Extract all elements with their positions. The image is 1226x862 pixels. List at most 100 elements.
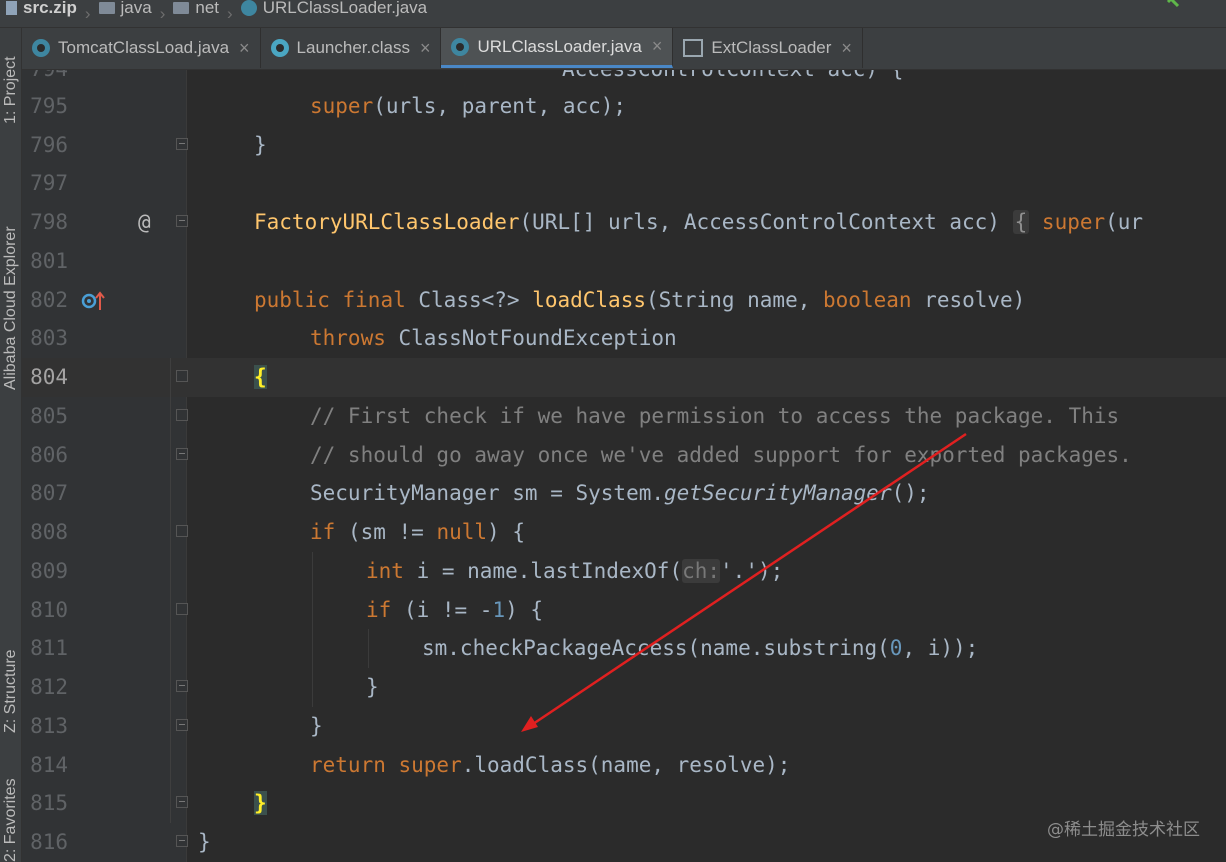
fold-marker[interactable] [176,448,188,460]
line-number: 798 [30,210,68,234]
code-line[interactable]: 813 } [22,707,1226,746]
folder-icon [173,1,190,14]
breadcrumb-item-java[interactable]: java [98,0,152,18]
fold-marker[interactable] [176,215,188,227]
code-text: { [254,365,267,389]
fold-marker[interactable] [176,370,188,382]
java-class-icon [32,39,50,57]
code-text: public final Class<?> loadClass(String n… [254,288,1026,312]
code-line[interactable]: 798 @ FactoryURLClassLoader(URL[] urls, … [22,203,1226,242]
tool-tab-favorites[interactable]: 2: Favorites [0,768,21,862]
override-marker-icon[interactable]: @ [138,203,151,242]
line-number: 811 [30,636,68,660]
code-text: } [254,791,267,815]
indent-guide [170,358,171,823]
line-number: 810 [30,598,68,622]
code-line-current[interactable]: 804 { [22,358,1226,397]
line-number: 801 [30,249,68,273]
editor-tabs: TomcatClassLoad.java × Launcher.class × … [22,28,1226,70]
line-number: 815 [30,791,68,815]
build-hammer-icon[interactable] [1166,0,1188,10]
line-number: 807 [30,481,68,505]
tab-tomcatclassload[interactable]: TomcatClassLoad.java × [22,28,261,68]
java-class-icon [240,0,257,16]
code-line[interactable]: 805 // First check if we have permission… [22,397,1226,436]
tool-tab-alibaba-cloud[interactable]: Alibaba Cloud Explorer [0,178,21,393]
fold-marker[interactable] [176,409,188,421]
close-icon[interactable]: × [652,36,663,57]
indent-guide [368,629,369,668]
line-number: 797 [30,171,68,195]
breadcrumb: src.zip › java › net › URLClassLoader.ja… [0,0,1226,28]
code-text: return super.loadClass(name, resolve); [310,753,791,777]
fold-marker[interactable] [176,719,188,731]
line-number: 806 [30,443,68,467]
code-text: super(urls, parent, acc); [310,94,627,118]
close-icon[interactable]: × [420,38,431,59]
breadcrumb-item-net[interactable]: net [173,0,219,18]
code-line[interactable]: 797 [22,164,1226,203]
code-text: if (i != -1) { [366,598,544,622]
code-line[interactable]: 803 throws ClassNotFoundException [22,319,1226,358]
code-text: } [254,133,267,157]
code-line[interactable]: 811 sm.checkPackageAccess(name.substring… [22,629,1226,668]
archive-icon [6,0,17,15]
line-number: 805 [30,404,68,428]
code-text: } [366,675,379,699]
code-line[interactable]: 795 super(urls, parent, acc); [22,87,1226,126]
close-icon[interactable]: × [239,38,250,59]
breadcrumb-item-src-zip[interactable]: src.zip [0,0,77,18]
code-line[interactable]: 810 if (i != -1) { [22,591,1226,630]
breadcrumb-separator: › [227,3,233,23]
code-text: FactoryURLClassLoader(URL[] urls, Access… [254,210,1144,234]
line-number: 812 [30,675,68,699]
compiled-class-icon [270,39,289,57]
line-number: 809 [30,559,68,583]
watermark: @稀土掘金技术社区 [1047,820,1200,840]
java-class-icon [451,37,470,56]
code-line[interactable]: 815 } [22,784,1226,823]
tab-launcher-class[interactable]: Launcher.class × [261,28,442,68]
line-number: 813 [30,714,68,738]
indent-guide [312,552,313,707]
code-text: SecurityManager sm = System.getSecurityM… [310,481,930,505]
code-line[interactable]: 814 return super.loadClass(name, resolve… [22,746,1226,785]
code-line[interactable]: 802 public final Class<?> loadClass(Stri… [22,281,1226,320]
folder-icon [98,1,115,14]
code-text: // First check if we have permission to … [310,404,1120,428]
code-line[interactable]: 816 } [22,823,1226,862]
code-line[interactable]: 801 [22,242,1226,281]
code-line[interactable]: 796 } [22,126,1226,165]
line-number: 795 [30,94,68,118]
fold-marker[interactable] [176,835,188,847]
tab-extclassloader[interactable]: ExtClassLoader × [673,28,863,68]
code-editor[interactable]: 794 AccessControlContext acc) { 795 supe… [22,70,1226,862]
code-line[interactable]: 807 SecurityManager sm = System.getSecur… [22,474,1226,513]
close-icon[interactable]: × [841,38,852,59]
fold-marker[interactable] [176,796,188,808]
code-text: int i = name.lastIndexOf(ch:'.'); [366,559,784,583]
breadcrumb-item-file[interactable]: URLClassLoader.java [240,0,427,18]
tool-tab-project[interactable]: 1: Project [0,28,21,138]
tool-tab-structure[interactable]: Z: Structure [0,618,21,738]
code-line[interactable]: 806 // should go away once we've added s… [22,436,1226,475]
line-number: 814 [30,753,68,777]
code-text: } [198,830,211,854]
breadcrumb-separator: › [159,3,166,23]
fold-marker[interactable] [176,680,188,692]
line-number: 804 [30,365,68,389]
code-line[interactable]: 812 } [22,668,1226,707]
code-text: // should go away once we've added suppo… [310,443,1132,467]
line-number: 796 [30,133,68,157]
fold-marker[interactable] [176,138,188,150]
code-text: throws ClassNotFoundException [310,326,677,350]
code-line[interactable]: 808 if (sm != null) { [22,513,1226,552]
fold-marker[interactable] [176,603,188,615]
line-number: 802 [30,288,68,312]
overrides-method-icon[interactable] [80,290,106,312]
code-line[interactable]: 809 int i = name.lastIndexOf(ch:'.'); [22,552,1226,591]
line-number: 808 [30,520,68,544]
fold-marker[interactable] [176,525,188,537]
code-text: } [310,714,323,738]
tab-urlclassloader[interactable]: URLClassLoader.java × [441,28,674,68]
